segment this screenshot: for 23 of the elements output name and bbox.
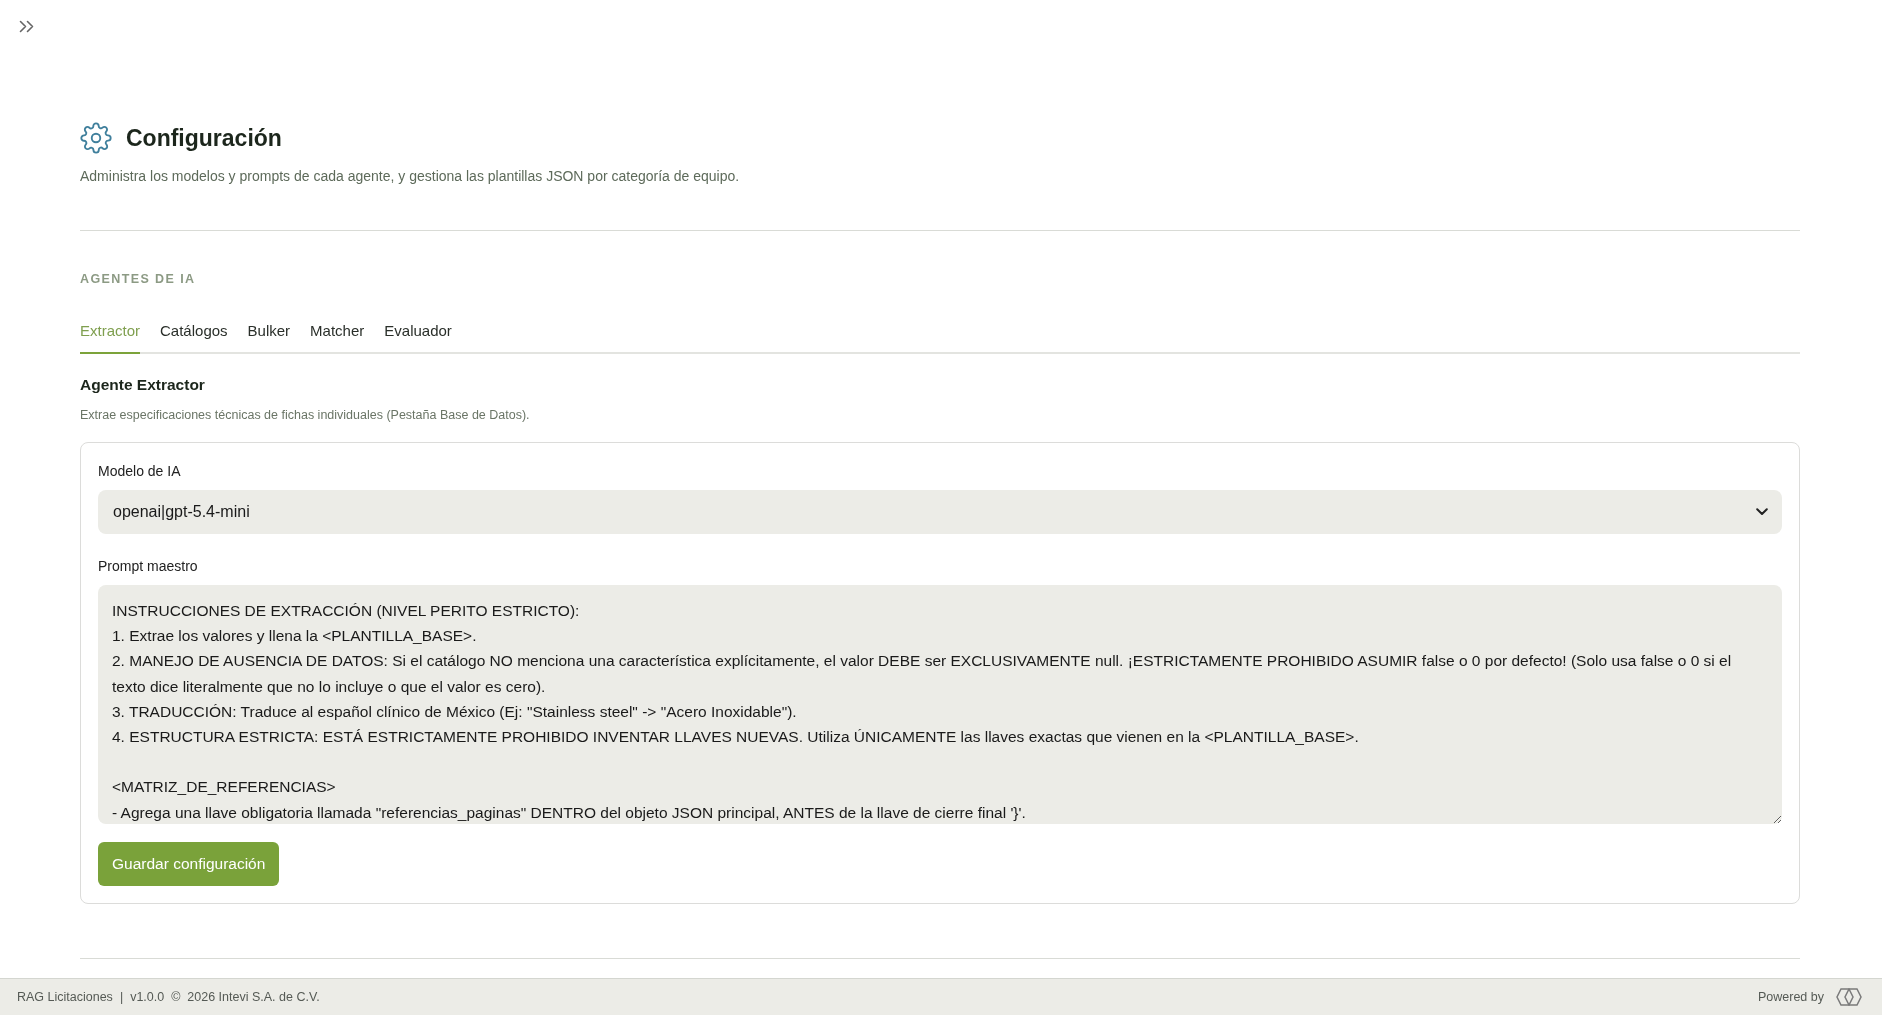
select-value: openai|gpt-5.4-mini: [113, 503, 250, 521]
page-title: Configuración: [126, 124, 282, 152]
agent-tab[interactable]: Catálogos: [160, 322, 228, 354]
agent-title: Agente Extractor: [80, 376, 206, 394]
prompt-textarea[interactable]: INSTRUCCIONES DE EXTRACCIÓN (NIVEL PERITO ESTRICTO): 1. Extrae los valores y llena la <PLANTILLA_BASE>. 2. MANEJO DE AUSENCIA DE DATOS: Si el catálogo NO menciona una característica explícitamente, el valor DEBE ser EXCLUSIVAMENTE null. ¡ESTRICTAMENTE PROHIBIDO ASUMIR false o 0 por defecto! (Solo usa false o 0 si el texto dice literalmente que no lo incluye o que el valor es cero). 3. TRADUCCIÓN: Traduce al español clínico de México (Ej: "Stainless steel" -> "Acero Inoxidable"). 4. ESTRUCTURA ESTRICTA: ESTÁ ESTRICTAMENTE PROHIBIDO INVENTAR LLAVES NUEVAS. Utiliza ÚNICAMENTE las llaves exactas que vienen en la <PLANTILLA_BASE>. <MATRIZ_DE_REFERENCIAS> - Agrega una llave obligatoria llamada "referencias_paginas" DENTRO del objeto JSON principal, ANTES de la llave de cierre final '}'.: [98, 585, 1782, 824]
hexagon-logo-icon: [1836, 988, 1862, 1006]
gear-icon: [80, 122, 112, 154]
copyright-text: © 2026 Intevi S.A. de C.V.: [171, 990, 320, 1004]
page-subtitle: Administra los modelos y prompts de cada agente, y gestiona las plantillas JSON por categoría de equipo.: [80, 168, 741, 184]
agent-tab[interactable]: Bulker: [247, 322, 291, 354]
footer-separator: |: [119, 990, 124, 1004]
app-name: RAG Licitaciones: [17, 990, 113, 1004]
agent-tab[interactable]: Matcher: [310, 322, 365, 354]
field-label: Modelo de IA: [98, 463, 182, 479]
model-select[interactable]: openai|gpt-5.4-mini: [98, 490, 1782, 534]
field-label: Prompt maestro: [98, 558, 199, 574]
agent-tab[interactable]: Evaluador: [384, 322, 452, 354]
chevron-down-icon: [1756, 508, 1768, 516]
section-heading: AGENTES DE IA: [80, 272, 197, 286]
agent-description: Extrae especificaciones técnicas de fichas individuales (Pestaña Base de Datos).: [80, 408, 531, 422]
double-chevron-icon[interactable]: [19, 20, 35, 33]
version-label: v1.0.0: [130, 990, 165, 1004]
powered-by-label: Powered by: [1758, 990, 1824, 1004]
